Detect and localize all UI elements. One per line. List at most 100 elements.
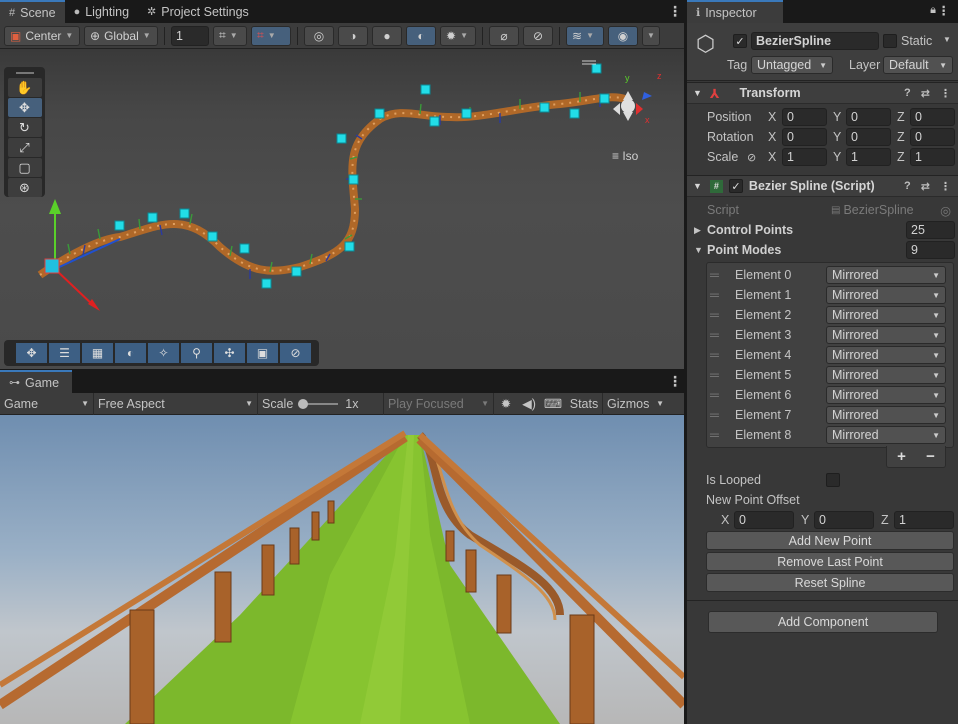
hand-tool-button[interactable]: ✋: [7, 78, 42, 97]
component-enabled-checkbox[interactable]: ✓: [728, 179, 743, 193]
transform-tool-button[interactable]: ⊛: [7, 178, 42, 197]
more-button[interactable]: ▼: [642, 25, 660, 46]
control-points-row[interactable]: ▶ Control Points 25: [687, 220, 958, 240]
foldout-arrow-icon[interactable]: ▶: [694, 225, 701, 236]
lighting-mode-button[interactable]: ◐: [406, 25, 436, 46]
grid-visibility-button[interactable]: ⌗ ▼: [251, 25, 291, 46]
element-mode-dropdown[interactable]: Mirrored ▼: [826, 386, 946, 404]
position-y-input[interactable]: 0: [846, 108, 891, 126]
active-checkbox[interactable]: ✓: [733, 34, 747, 48]
scene-view[interactable]: y x z ≡ Iso: [0, 49, 684, 369]
drag-handle-icon[interactable]: ═: [710, 268, 719, 282]
add-element-button[interactable]: +: [897, 448, 906, 465]
grid-step-input[interactable]: 1: [171, 25, 209, 46]
add-new-point-button[interactable]: Add New Point: [706, 531, 954, 550]
tab-scene[interactable]: # Scene: [0, 0, 65, 23]
draw-mode-button[interactable]: ◎: [304, 25, 334, 46]
drag-handle-icon[interactable]: ═: [710, 288, 719, 302]
space-dropdown[interactable]: ⊕ Global ▼: [84, 25, 158, 46]
static-dropdown-icon[interactable]: ▼: [943, 35, 951, 44]
grip-handle[interactable]: [15, 72, 34, 74]
drag-handle-icon[interactable]: ═: [710, 368, 719, 382]
rect-tool-button[interactable]: ▢: [7, 158, 42, 177]
scale-y-input[interactable]: 1: [846, 148, 891, 166]
slider-knob[interactable]: [298, 398, 309, 409]
rotation-x-input[interactable]: 0: [782, 128, 827, 146]
debug-button[interactable]: ✹ ▼: [440, 25, 476, 46]
static-checkbox[interactable]: [883, 34, 897, 48]
grid-snap-button[interactable]: ⌗ ▼: [213, 25, 247, 46]
navigation-overlay-button[interactable]: ✧: [148, 343, 179, 363]
foldout-arrow-icon[interactable]: ▼: [694, 245, 703, 255]
element-mode-dropdown[interactable]: Mirrored ▼: [826, 426, 946, 444]
tab-game[interactable]: ⊶ Game: [0, 370, 72, 393]
rotation-z-input[interactable]: 0: [910, 128, 955, 146]
scale-control[interactable]: Scale 1x: [258, 392, 384, 415]
layers-button[interactable]: ≋ ▼: [566, 25, 604, 46]
element-mode-dropdown[interactable]: Mirrored ▼: [826, 306, 946, 324]
help-icon[interactable]: ?: [904, 87, 911, 100]
position-z-input[interactable]: 0: [910, 108, 955, 126]
layout-overlay-button[interactable]: ☰: [49, 343, 80, 363]
visual-effects-button[interactable]: ⌀: [489, 25, 519, 46]
element-mode-dropdown[interactable]: Mirrored ▼: [826, 366, 946, 384]
compass-overlay-button[interactable]: ⊘: [280, 343, 311, 363]
component-menu-icon[interactable]: ⋮: [940, 87, 951, 100]
add-component-button[interactable]: Add Component: [708, 611, 938, 633]
drag-handle-icon[interactable]: ═: [710, 408, 719, 422]
drag-handle-icon[interactable]: ═: [710, 348, 719, 362]
point-modes-count[interactable]: 9: [906, 241, 955, 259]
element-mode-dropdown[interactable]: Mirrored ▼: [826, 286, 946, 304]
visibility-button[interactable]: ◉: [608, 25, 638, 46]
drag-handle-icon[interactable]: ═: [710, 388, 719, 402]
constrain-proportions-icon[interactable]: ⊘: [747, 151, 756, 164]
scale-slider[interactable]: [298, 398, 339, 409]
foldout-arrow-icon[interactable]: ▼: [693, 181, 702, 191]
display-dropdown[interactable]: Game ▼: [0, 392, 94, 415]
reset-spline-button[interactable]: Reset Spline: [706, 573, 954, 592]
move-tool-button[interactable]: ✥: [7, 98, 42, 117]
game-menu-icon[interactable]: ⋮: [668, 373, 682, 390]
spline-scene-render[interactable]: y x z: [0, 49, 684, 369]
stats-button[interactable]: Stats: [566, 397, 602, 411]
tab-lighting[interactable]: ● Lighting: [65, 0, 138, 23]
help-icon[interactable]: ?: [904, 180, 911, 193]
scale-z-input[interactable]: 1: [910, 148, 955, 166]
scene-menu-icon[interactable]: ⋮: [668, 3, 682, 20]
gizmos-dropdown[interactable]: Gizmos ▼: [602, 392, 668, 415]
element-mode-dropdown[interactable]: Mirrored ▼: [826, 326, 946, 344]
layer-dropdown[interactable]: Default ▼: [883, 56, 953, 74]
element-mode-dropdown[interactable]: Mirrored ▼: [826, 406, 946, 424]
aspect-dropdown[interactable]: Free Aspect ▼: [94, 392, 258, 415]
keyboard-button[interactable]: ⌨: [540, 396, 566, 411]
preset-icon[interactable]: ⇄: [921, 180, 930, 193]
camera-overlay-button[interactable]: ▣: [247, 343, 278, 363]
audio-button[interactable]: ⊘: [523, 25, 553, 46]
lock-icon[interactable]: 🔒︎: [930, 4, 936, 17]
scale-tool-button[interactable]: ⤢: [7, 138, 42, 157]
rotation-y-input[interactable]: 0: [846, 128, 891, 146]
element-mode-dropdown[interactable]: Mirrored ▼: [826, 346, 946, 364]
is-looped-checkbox[interactable]: [826, 473, 840, 487]
move-overlay-button[interactable]: ✥: [16, 343, 47, 363]
remove-element-button[interactable]: −: [926, 448, 935, 465]
object-name-field[interactable]: BezierSpline: [751, 32, 879, 50]
pivot-dropdown[interactable]: ▣ Center ▼: [4, 25, 80, 46]
drag-handle-icon[interactable]: ═: [710, 428, 719, 442]
drag-handle-icon[interactable]: ═: [710, 308, 719, 322]
play-mode-dropdown[interactable]: Play Focused ▼: [384, 392, 494, 415]
preset-icon[interactable]: ⇄: [921, 87, 930, 100]
component-menu-icon[interactable]: ⋮: [940, 180, 951, 193]
grid-overlay-button[interactable]: ▦: [82, 343, 113, 363]
position-x-input[interactable]: 0: [782, 108, 827, 126]
tag-dropdown[interactable]: Untagged ▼: [751, 56, 833, 74]
shaded-button[interactable]: ●: [372, 25, 402, 46]
debug-bug-button[interactable]: ✹: [494, 396, 518, 411]
search-overlay-button[interactable]: ⚲: [181, 343, 212, 363]
foldout-arrow-icon[interactable]: ▼: [693, 88, 702, 98]
tab-inspector[interactable]: ℹ Inspector: [687, 0, 783, 23]
offset-z-input[interactable]: 1: [894, 511, 954, 529]
drag-handle-icon[interactable]: ═: [710, 328, 719, 342]
control-points-count[interactable]: 25: [906, 221, 955, 239]
pivot-overlay-button[interactable]: ✣: [214, 343, 245, 363]
